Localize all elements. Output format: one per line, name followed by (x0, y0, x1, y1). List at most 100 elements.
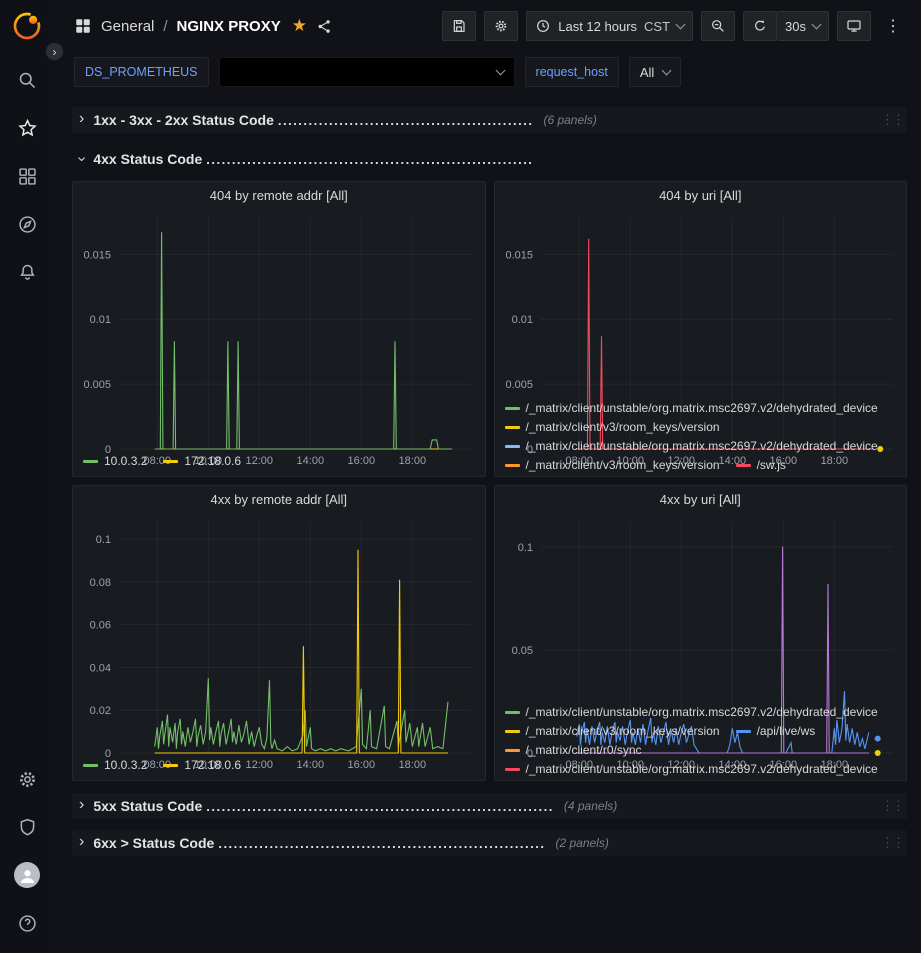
legend-item[interactable]: 10.0.3.2 (83, 756, 147, 775)
compass-icon (17, 214, 38, 235)
svg-text:0.1: 0.1 (517, 542, 532, 554)
legend-item[interactable]: /_matrix/client/unstable/org.matrix.msc2… (505, 399, 878, 418)
row-expanded-chevron-icon: › (74, 156, 90, 161)
variable-selected-value: All (640, 65, 654, 80)
svg-text:0.05: 0.05 (511, 645, 532, 657)
panel-4xx-by-uri: 4xx by uri [All] 08:0010:0012:0014:0016:… (494, 485, 908, 781)
row-drag-handle-icon[interactable]: ⋮⋮ (881, 835, 907, 851)
legend-series-color (83, 460, 98, 463)
variable-value-request-host[interactable]: All (629, 57, 681, 87)
legend-row: /_matrix/client/v3/room_keys/version/api… (505, 722, 899, 741)
star-icon (17, 118, 38, 139)
sidebar-item-server-admin[interactable] (0, 803, 54, 851)
legend-row: 10.0.3.2 172.18.0.6 (83, 756, 477, 775)
variable-label-request-host[interactable]: request_host (525, 57, 619, 87)
legend-series-color (163, 764, 178, 767)
legend-item[interactable]: 10.0.3.2 (83, 452, 147, 471)
gear-icon (17, 769, 38, 790)
cycle-view-mode-button[interactable] (837, 11, 871, 41)
chevron-right-icon: › (53, 46, 57, 58)
legend-item[interactable]: 172.18.0.6 (163, 452, 241, 471)
refresh-interval-picker[interactable]: 30s (777, 11, 829, 41)
panel-title[interactable]: 4xx by uri [All] (495, 486, 907, 514)
panel-legend: 10.0.3.2 172.18.0.6 (73, 755, 485, 780)
legend-item[interactable]: 172.18.0.6 (163, 756, 241, 775)
legend-row: /_matrix/client/unstable/org.matrix.msc2… (505, 399, 899, 418)
timezone-label: CST (644, 19, 670, 34)
variable-label-ds-prometheus[interactable]: DS_PROMETHEUS (74, 57, 209, 87)
legend-item[interactable]: /_matrix/client/unstable/org.matrix.msc2… (505, 760, 878, 779)
share-button[interactable] (316, 18, 333, 35)
row-drag-handle-icon[interactable]: ⋮⋮ (881, 112, 907, 128)
row-header-6xx[interactable]: › 6xx > Status Code ....................… (72, 830, 907, 856)
zoom-out-time-button[interactable] (701, 11, 735, 41)
legend-item[interactable]: /_matrix/client/v3/room_keys/version (505, 722, 720, 741)
legend-item[interactable]: /_matrix/client/v3/room_keys/version (505, 456, 720, 475)
legend-series-color (505, 464, 520, 467)
sidebar-item-explore[interactable] (0, 200, 54, 248)
legend-series-color (505, 445, 520, 448)
row-drag-handle-icon[interactable]: ⋮⋮ (881, 798, 907, 814)
share-icon (316, 18, 333, 35)
panel-title[interactable]: 404 by uri [All] (495, 182, 907, 210)
sidebar-item-dashboards[interactable] (0, 152, 54, 200)
dashboards-grid-icon (17, 166, 38, 187)
row-header-1xx-3xx-2xx[interactable]: › 1xx - 3xx - 2xx Status Code ..........… (72, 107, 907, 133)
more-options-button[interactable]: ⋮ (879, 16, 907, 36)
user-avatar (14, 862, 40, 888)
time-range-picker[interactable]: Last 12 hours CST (526, 11, 693, 41)
legend-row: /_matrix/client/unstable/org.matrix.msc2… (505, 437, 899, 456)
apps-grid-icon (74, 17, 92, 35)
sidebar-item-configuration[interactable] (0, 755, 54, 803)
svg-text:0.015: 0.015 (83, 249, 111, 261)
svg-text:0.005: 0.005 (83, 379, 111, 391)
legend-row: 10.0.3.2 172.18.0.6 (83, 452, 477, 471)
legend-item[interactable]: /_matrix/client/r0/sync (505, 741, 642, 760)
refresh-button[interactable] (743, 11, 777, 41)
legend-row: /_matrix/client/v3/room_keys/version/sw.… (505, 456, 899, 475)
panel-title[interactable]: 4xx by remote addr [All] (73, 486, 485, 514)
row-header-5xx[interactable]: › 5xx Status Code ......................… (72, 793, 907, 819)
legend-item[interactable]: /sw.js (736, 456, 786, 475)
sidebar-item-alerting[interactable] (0, 248, 54, 296)
favorite-star-icon[interactable]: ★ (292, 16, 307, 36)
user-icon (17, 865, 38, 886)
row-header-4xx[interactable]: › 4xx Status Code ......................… (72, 146, 907, 172)
sidebar-expand-button[interactable]: › (45, 42, 64, 61)
timeseries-chart: 08:0010:0012:0014:0016:0018:0000.020.040… (73, 514, 485, 755)
sidebar-item-starred[interactable] (0, 104, 54, 152)
legend-item[interactable]: /api/live/ws (736, 722, 816, 741)
panel-legend: 10.0.3.2 172.18.0.6 (73, 451, 485, 476)
row-title: 6xx > Status Code (93, 835, 214, 851)
legend-series-color (505, 768, 520, 771)
dashboard-title[interactable]: NGINX PROXY (177, 18, 281, 35)
save-dashboard-button[interactable] (442, 11, 476, 41)
svg-text:0.04: 0.04 (90, 662, 111, 674)
legend-series-color (505, 730, 520, 733)
legend-item[interactable]: /_matrix/client/unstable/org.matrix.msc2… (505, 437, 878, 456)
sidebar-item-profile[interactable] (0, 851, 54, 899)
panel-title[interactable]: 404 by remote addr [All] (73, 182, 485, 210)
kebab-menu-icon: ⋮ (885, 18, 901, 35)
dashboard-toolbar: General / NGINX PROXY ★ Last 12 hours CS… (54, 0, 921, 52)
grafana-logo[interactable] (11, 10, 43, 42)
svg-text:0.08: 0.08 (90, 577, 111, 589)
help-question-icon (17, 913, 38, 934)
refresh-interval-value: 30s (785, 19, 806, 34)
sidebar-item-search[interactable] (0, 56, 54, 104)
breadcrumb-section[interactable]: General (101, 18, 154, 35)
svg-text:0.005: 0.005 (505, 379, 533, 391)
legend-item[interactable]: /_matrix/client/v3/room_keys/version (505, 418, 720, 437)
sidebar-item-help[interactable] (0, 899, 54, 947)
legend-item[interactable]: /_matrix/client/unstable/org.matrix.msc2… (505, 703, 878, 722)
sidebar-bottom-group (0, 755, 54, 947)
shield-icon (17, 817, 38, 838)
sidebar (0, 0, 54, 953)
row-title: 5xx Status Code (93, 798, 202, 814)
variable-value-ds-prometheus[interactable] (219, 57, 515, 87)
row-collapsed-chevron-icon: › (79, 834, 84, 850)
panel-404-by-uri: 404 by uri [All] 08:0010:0012:0014:0016:… (494, 181, 908, 477)
dashboard-settings-button[interactable] (484, 11, 518, 41)
grafana-logo-icon (11, 10, 43, 42)
main-area: General / NGINX PROXY ★ Last 12 hours CS… (54, 0, 921, 953)
